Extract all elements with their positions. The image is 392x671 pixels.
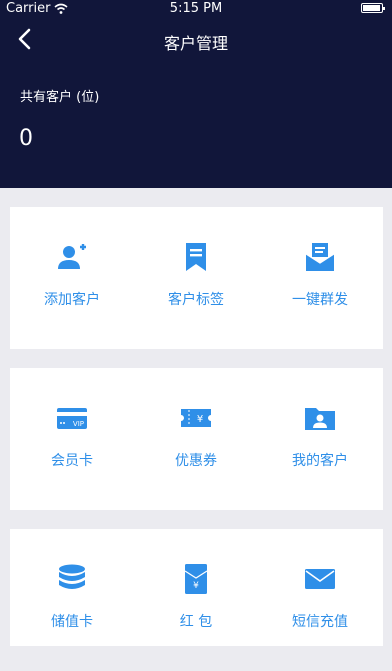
add-customer-button[interactable]: 添加客户 <box>10 207 134 349</box>
page-title: 客户管理 <box>163 34 228 53</box>
my-customers-label: 我的客户 <box>292 453 348 469</box>
red-envelope-icon: ¥ <box>184 564 208 594</box>
coupon-label: 优惠券 <box>175 453 217 469</box>
svg-text:¥: ¥ <box>193 581 199 591</box>
stored-value-icon <box>59 564 85 589</box>
red-envelope-label: 红 包 <box>179 614 213 630</box>
bookmark-tag-icon <box>186 243 206 271</box>
member-card-button[interactable]: VIP 会员卡 <box>10 368 134 510</box>
customer-count-label: 共有客户 (位) <box>20 90 100 105</box>
sms-icon <box>305 569 335 589</box>
header: Carrier 5:15 PM 客户管理 共有客户 (位) 0 <box>0 0 392 188</box>
mass-message-label: 一键群发 <box>292 292 348 308</box>
customer-count-value: 0 <box>19 126 33 151</box>
svg-text:VIP: VIP <box>73 420 84 428</box>
mass-message-button[interactable]: 一键群发 <box>258 207 382 349</box>
add-user-icon <box>58 244 86 269</box>
sms-recharge-button[interactable]: 短信充值 <box>258 529 382 671</box>
red-envelope-button[interactable]: ¥ 红 包 <box>134 529 258 671</box>
customer-tags-button[interactable]: 客户标签 <box>134 207 258 349</box>
vip-card-icon: VIP <box>57 408 87 429</box>
coupon-icon: ¥ <box>181 409 211 427</box>
status-bar: Carrier 5:15 PM <box>0 0 392 18</box>
stored-value-card-button[interactable]: 储值卡 <box>10 529 134 671</box>
sms-recharge-label: 短信充值 <box>292 614 348 630</box>
add-customer-label: 添加客户 <box>44 292 100 308</box>
stored-value-card-label: 储值卡 <box>51 614 93 630</box>
mail-broadcast-icon <box>305 243 335 271</box>
menu-card-marketing: VIP 会员卡 ¥ 优惠券 我的客户 <box>10 368 383 510</box>
member-card-label: 会员卡 <box>51 453 93 469</box>
menu-card-customers: 添加客户 客户标签 一键群发 <box>10 207 383 349</box>
coupon-button[interactable]: ¥ 优惠券 <box>134 368 258 510</box>
svg-text:¥: ¥ <box>197 414 203 425</box>
my-customers-button[interactable]: 我的客户 <box>258 368 382 510</box>
menu-card-finance: 储值卡 ¥ 红 包 短信充值 <box>10 529 383 646</box>
customer-tags-label: 客户标签 <box>168 292 224 308</box>
customer-folder-icon <box>305 408 335 430</box>
battery-icon <box>361 3 385 13</box>
status-time: 5:15 PM <box>169 1 223 16</box>
